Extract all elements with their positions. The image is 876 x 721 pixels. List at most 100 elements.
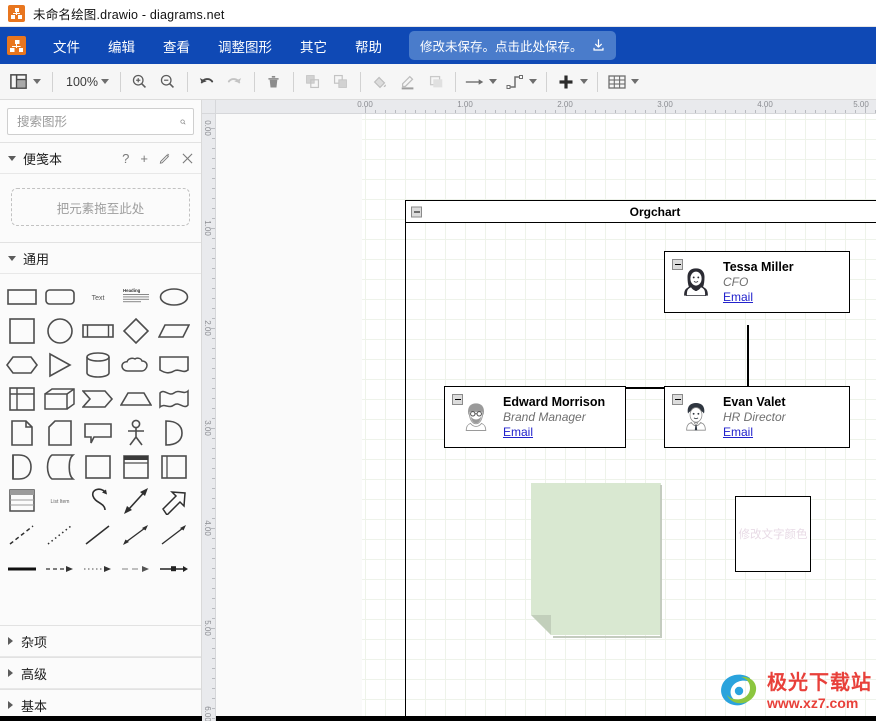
shape-textbox[interactable]: Heading [117, 280, 155, 314]
node-evan-valet[interactable]: Evan Valet HR Director Email [664, 386, 850, 448]
insert-dropdown-caret[interactable] [579, 79, 588, 84]
arrow-style-dropdown-caret[interactable] [488, 79, 497, 84]
shape-trapezoid[interactable] [117, 382, 155, 416]
menu-help[interactable]: 帮助 [341, 30, 396, 62]
shape-dotted-arrow[interactable] [79, 552, 117, 586]
search-box[interactable] [7, 108, 194, 135]
node-email-link[interactable]: Email [723, 425, 786, 440]
waypoints-icon[interactable] [501, 68, 529, 96]
shape-list[interactable] [3, 484, 41, 518]
bring-to-front-icon[interactable] [299, 68, 327, 96]
view-layout-dropdown-caret[interactable] [33, 79, 41, 84]
zoom-dropdown-caret[interactable] [100, 79, 109, 84]
shape-internal-storage[interactable] [3, 382, 41, 416]
trash-icon[interactable] [260, 68, 288, 96]
shape-dashed-wide-arrow[interactable] [117, 552, 155, 586]
shape-link-arrow[interactable] [155, 552, 193, 586]
shape-square[interactable] [3, 314, 41, 348]
shape-document[interactable] [155, 348, 193, 382]
shape-cube[interactable] [41, 382, 79, 416]
shape-list-item[interactable]: List Item [41, 484, 79, 518]
collapse-icon[interactable] [452, 394, 463, 405]
shape-cloud[interactable] [117, 348, 155, 382]
shape-process[interactable] [79, 314, 117, 348]
menu-arrange[interactable]: 调整图形 [204, 30, 286, 62]
shape-or-shape[interactable] [155, 416, 193, 450]
table-dropdown-caret[interactable] [630, 79, 639, 84]
section-general[interactable]: 通用 [0, 242, 201, 274]
shape-data-storage[interactable] [41, 450, 79, 484]
section-advanced[interactable]: 高级 [0, 657, 201, 689]
scratchpad-edit-icon[interactable] [159, 152, 171, 164]
shape-rectangle[interactable] [3, 280, 41, 314]
shape-bidirectional-line[interactable] [117, 518, 155, 552]
section-scratchpad[interactable]: 便笺本 ? + [0, 142, 201, 174]
scratchpad-close-icon[interactable] [182, 153, 193, 164]
note-shape[interactable] [527, 479, 665, 639]
shape-callout[interactable] [79, 416, 117, 450]
node-email-link[interactable]: Email [503, 425, 605, 440]
section-misc[interactable]: 杂项 [0, 625, 201, 657]
shape-circle[interactable] [41, 314, 79, 348]
save-changes-button[interactable]: 修改未保存。点击此处保存。 [409, 31, 616, 60]
shape-hexagon[interactable] [3, 348, 41, 382]
send-to-back-icon[interactable] [327, 68, 355, 96]
node-edward-morrison[interactable]: Edward Morrison Brand Manager Email [444, 386, 626, 448]
shape-line[interactable] [79, 518, 117, 552]
fill-color-icon[interactable] [366, 68, 394, 96]
menu-edit[interactable]: 编辑 [94, 30, 149, 62]
orgchart-container-header[interactable]: Orgchart [406, 201, 876, 223]
shape-container-titled[interactable] [117, 450, 155, 484]
search-input[interactable] [15, 113, 180, 130]
shape-actor[interactable] [117, 416, 155, 450]
shape-block-arrow[interactable] [155, 484, 193, 518]
shape-and-shape[interactable] [3, 450, 41, 484]
shape-container[interactable] [79, 450, 117, 484]
menu-view[interactable]: 查看 [149, 30, 204, 62]
node-tessa-miller[interactable]: Tessa Miller CFO Email [664, 251, 850, 313]
node-email-link[interactable]: Email [723, 290, 794, 305]
shape-cylinder[interactable] [79, 348, 117, 382]
menu-file[interactable]: 文件 [39, 30, 94, 62]
connector-vertical-main[interactable] [747, 325, 749, 388]
table-icon[interactable] [603, 68, 631, 96]
text-color-shape[interactable]: 修改文字颜色 [735, 496, 811, 572]
shape-dotted-line[interactable] [41, 518, 79, 552]
zoom-in-icon[interactable] [126, 68, 154, 96]
zoom-out-icon[interactable] [154, 68, 182, 96]
canvas-area[interactable]: 0.00 1.00 2.00 3.00 4.00 5.00 0.00 1.00 … [202, 100, 876, 721]
shape-dashed-arrow[interactable] [41, 552, 79, 586]
scratchpad-dropzone[interactable]: 把元素拖至此处 [11, 188, 190, 226]
collapse-icon[interactable] [672, 394, 683, 405]
shape-bidirectional-arrow[interactable] [117, 484, 155, 518]
zoom-level-label[interactable]: 100% [58, 75, 100, 89]
shape-thick-line[interactable] [3, 552, 41, 586]
shape-triangle[interactable] [41, 348, 79, 382]
waypoints-dropdown-caret[interactable] [528, 79, 537, 84]
canvas-background[interactable]: Orgchart Tessa Miller CFO Email Edward M… [216, 114, 876, 721]
undo-icon[interactable] [193, 68, 221, 96]
shape-rounded-rectangle[interactable] [41, 280, 79, 314]
shape-text[interactable]: Text [79, 280, 117, 314]
redo-icon[interactable] [221, 68, 249, 96]
scratchpad-help-icon[interactable]: ? [122, 152, 129, 165]
shadow-icon[interactable] [422, 68, 450, 96]
shape-diamond[interactable] [117, 314, 155, 348]
shape-step[interactable] [79, 382, 117, 416]
shape-curve-arrow[interactable] [79, 484, 117, 518]
collapse-icon[interactable] [411, 206, 422, 217]
shape-directional-line[interactable] [155, 518, 193, 552]
collapse-icon[interactable] [672, 259, 683, 270]
shape-dashed-line[interactable] [3, 518, 41, 552]
view-layout-icon[interactable] [4, 68, 32, 96]
line-color-icon[interactable] [394, 68, 422, 96]
shape-card[interactable] [41, 416, 79, 450]
shape-vertical-container[interactable] [155, 450, 193, 484]
menu-extras[interactable]: 其它 [286, 30, 341, 62]
search-icon[interactable] [180, 115, 186, 129]
arrow-style-icon[interactable] [461, 68, 489, 96]
shape-parallelogram[interactable] [155, 314, 193, 348]
shape-ellipse[interactable] [155, 280, 193, 314]
shape-note[interactable] [3, 416, 41, 450]
plus-icon[interactable] [552, 68, 580, 96]
